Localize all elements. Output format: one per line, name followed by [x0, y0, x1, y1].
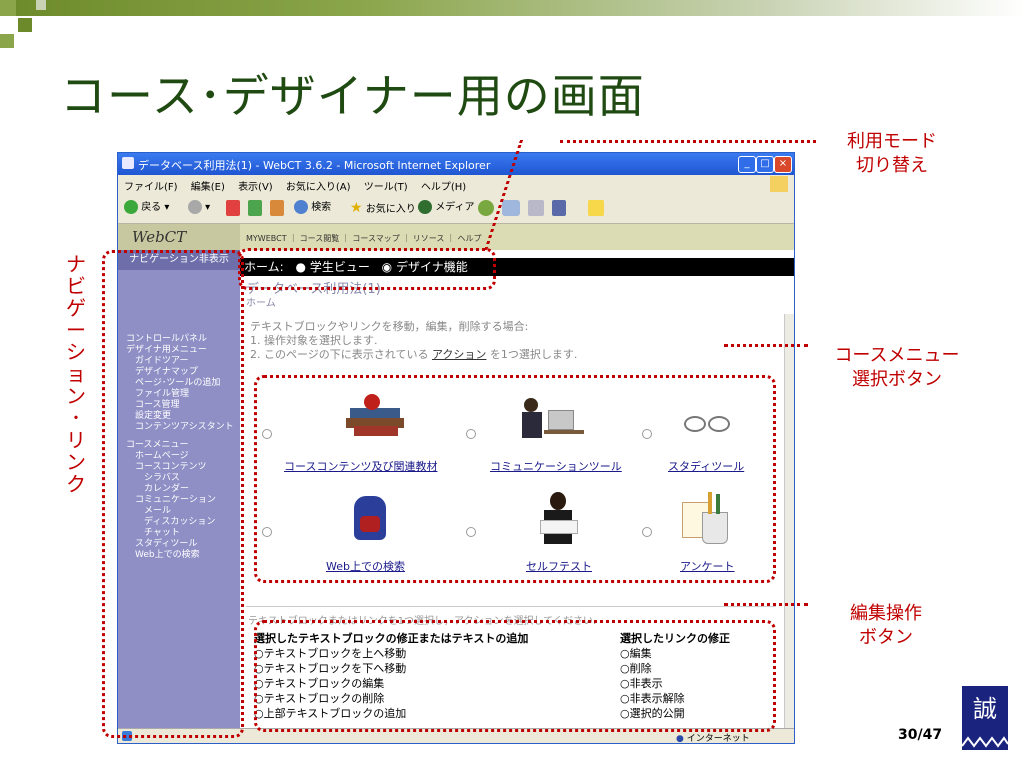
logo-kanji: 誠 [962, 686, 1008, 732]
instruction-tail: を1つ選択します. [486, 348, 578, 361]
annotation-mode-switch: 利用モード 切り替え [822, 130, 962, 178]
deco-square [36, 0, 46, 10]
annotation-line: 切り替え [856, 155, 928, 176]
slide-title: コース･デザイナー用の画面 [60, 69, 645, 123]
home-icon[interactable] [270, 200, 284, 216]
word-icon[interactable] [552, 200, 566, 216]
divider [246, 606, 776, 607]
windows-flag-icon [770, 176, 788, 192]
favorites-label: お気に入り [365, 204, 416, 215]
annotation-line: 選択ボタン [852, 369, 942, 390]
minimize-button[interactable]: _ [738, 156, 756, 173]
deco-square [0, 0, 16, 16]
leader-line [560, 140, 816, 143]
annotation-box-edit [254, 620, 776, 732]
search-icon [294, 200, 308, 214]
menu-file[interactable]: ファイル(F) [124, 182, 178, 193]
action-link[interactable]: アクション [432, 348, 486, 361]
back-label: 戻る [141, 202, 162, 213]
menu-bar: ファイル(F) 編集(E) 表示(V) お気に入り(A) ツール(T) ヘルプ(… [118, 175, 794, 193]
instruction-line: 2. このページの下に表示されている アクション を1つ選択します. [250, 346, 577, 362]
leader-line [724, 344, 808, 347]
annotation-box-mode [238, 248, 496, 290]
title-bar: データベース利用法(1) - WebCT 3.6.2 - Microsoft I… [118, 153, 794, 175]
search-label: 検索 [311, 202, 332, 213]
annotation-line: 利用モード [847, 131, 937, 152]
globe-icon: ● [676, 734, 684, 744]
menu-help[interactable]: ヘルプ(H) [421, 182, 466, 193]
annotation-line: コースメニュー [834, 345, 960, 366]
annotation-box-navigation [102, 250, 244, 738]
back-button[interactable]: 戻る ▾ [124, 200, 169, 216]
toolbar: 戻る ▾ ▾ 検索 ★ お気に入り メディア [118, 193, 794, 224]
messenger-icon[interactable] [588, 200, 604, 216]
annotation-line: ボタン [859, 627, 913, 648]
menu-view[interactable]: 表示(V) [238, 182, 273, 193]
menu-tools[interactable]: ツール(T) [364, 182, 408, 193]
webct-logo-area: WebCT [118, 224, 240, 250]
window-title: データベース利用法(1) - WebCT 3.6.2 - Microsoft I… [138, 159, 491, 172]
annotation-edit-ops: 編集操作 ボタン [816, 602, 956, 650]
history-icon[interactable] [478, 200, 494, 216]
deco-square [0, 34, 14, 48]
favorites-button[interactable]: ★ お気に入り [350, 200, 416, 216]
annotation-box-course-menu [254, 375, 776, 583]
annotation-course-menu: コースメニュー 選択ボタン [812, 344, 982, 392]
top-nav: MYWEBCT ｜ コース閲覧 ｜ コースマップ ｜ リソース ｜ ヘルプ [240, 224, 794, 250]
zone-indicator: ● インターネット [676, 731, 750, 744]
slide-top-bar [0, 0, 1024, 16]
menu-edit[interactable]: 編集(E) [191, 182, 225, 193]
annotation-navigation: ナビゲーション･リンク [66, 252, 86, 496]
refresh-icon[interactable] [248, 200, 262, 216]
vertical-scrollbar[interactable] [784, 314, 794, 728]
top-nav-links[interactable]: MYWEBCT ｜ コース閲覧 ｜ コースマップ ｜ リソース ｜ ヘルプ [246, 233, 481, 244]
breadcrumb[interactable]: ホーム [246, 294, 276, 309]
deco-square [18, 18, 32, 32]
webct-logo: WebCT [132, 228, 187, 246]
forward-arrow-icon [188, 200, 202, 214]
print-icon[interactable] [528, 200, 544, 216]
stop-icon[interactable] [226, 200, 240, 216]
leader-line [724, 603, 808, 606]
back-arrow-icon [124, 200, 138, 214]
annotation-line: 編集操作 [850, 603, 922, 624]
media-icon [418, 200, 432, 214]
star-icon: ★ [350, 200, 363, 216]
search-button[interactable]: 検索 [294, 200, 331, 216]
mountain-logo-icon [962, 732, 1008, 750]
close-button[interactable]: × [774, 156, 792, 173]
page-number: 30/47 [898, 727, 943, 743]
menu-favorites[interactable]: お気に入り(A) [286, 182, 351, 193]
forward-button[interactable]: ▾ [188, 200, 210, 216]
instruction-text: 2. このページの下に表示されている [250, 348, 429, 361]
media-label: メディア [435, 202, 475, 213]
maximize-button[interactable]: □ [756, 156, 774, 173]
zone-label: インターネット [686, 734, 750, 744]
media-button[interactable]: メディア [418, 200, 475, 216]
ie-icon [122, 157, 134, 169]
